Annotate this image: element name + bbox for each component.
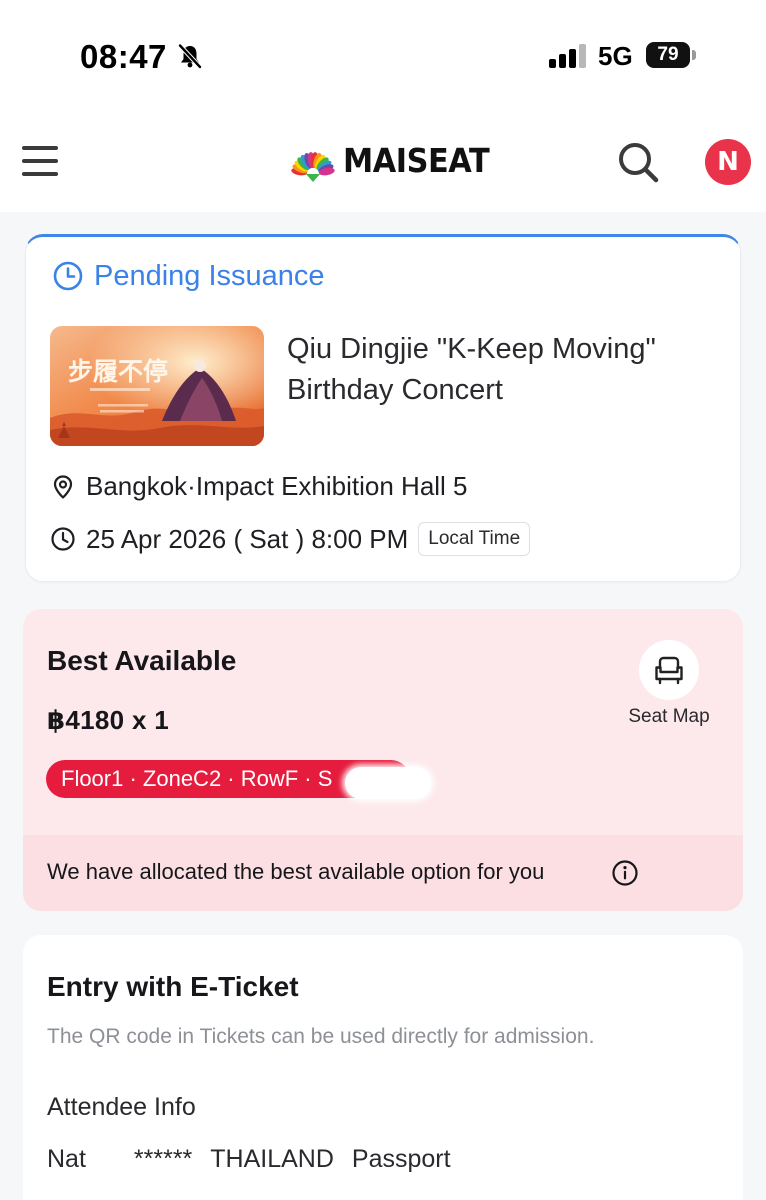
poster-title: 步履不停 [68,357,168,386]
network-type: 5G [598,41,633,71]
attendee-name: Nat [47,1145,86,1173]
battery-tip [692,50,696,60]
status-time: 08:47 [80,38,167,75]
timezone-badge: Local Time [418,522,531,556]
allocation-note-text: We have allocated the best available opt… [47,859,545,884]
location-pin-icon [53,474,73,499]
maiseat-logo-icon [291,152,335,182]
ticket-price-quantity: ฿4180 x 1 [47,705,169,735]
seat-allocation-card: Best Available ฿4180 x 1 Floor1 · ZoneC2… [23,609,743,911]
status-bar: 08:47 5G 79 [0,0,766,110]
allocation-note: We have allocated the best available opt… [23,835,743,911]
cellular-signal-icon [549,44,586,68]
event-poster-image[interactable]: 步履不停 [50,326,264,446]
event-title: Qiu Dingjie "K-Keep Moving" Birthday Con… [287,329,727,411]
brand-logo-text: MAISEAT [343,141,490,180]
event-title-line-1: Qiu Dingjie "K-Keep Moving" [287,333,656,365]
battery-icon: 79 [646,42,690,68]
order-status: Pending Issuance [52,259,325,293]
clock-icon [53,261,83,291]
attendee-info-row: Nat ****** THAILAND Passport [47,1145,451,1174]
armchair-icon [655,656,683,685]
bell-muted-icon [178,43,202,69]
status-label: Pending Issuance [94,259,325,292]
event-card[interactable]: Pending Issuance 步履不停 Qiu Dingjie "K-Kee… [25,234,741,582]
info-icon[interactable] [611,859,639,887]
poster-artwork: 步履不停 [50,326,264,446]
attendee-info-heading: Attendee Info [47,1093,196,1121]
event-location: Bangkok·Impact Exhibition Hall 5 [86,471,468,501]
entry-method-title: Entry with E-Ticket [47,971,299,1002]
seat-map-button[interactable] [639,640,699,700]
logo-base [306,174,320,182]
event-title-line-2: Birthday Concert [287,374,503,406]
attendee-country: THAILAND [210,1145,334,1173]
search-icon[interactable] [616,140,660,184]
entry-info-card: Entry with E-Ticket The QR code in Ticke… [23,935,743,1200]
redaction-mask [345,767,431,799]
entry-method-description: The QR code in Tickets can be used direc… [47,1025,595,1048]
event-location-row: Bangkok·Impact Exhibition Hall 5 [50,471,468,502]
app-header: MAISEAT N [0,110,766,212]
attendee-id-masked: ****** [133,1145,193,1173]
event-datetime-row: 25 Apr 2026 ( Sat ) 8:00 PM Local Time [50,522,531,556]
attendee-document-type: Passport [351,1145,451,1173]
seat-type-heading: Best Available [47,645,237,676]
clock-icon [51,527,75,551]
user-avatar[interactable]: N [705,139,751,185]
hamburger-menu-icon[interactable] [22,144,58,178]
seat-map-label[interactable]: Seat Map [613,706,725,728]
event-datetime: 25 Apr 2026 ( Sat ) 8:00 PM [86,523,409,554]
